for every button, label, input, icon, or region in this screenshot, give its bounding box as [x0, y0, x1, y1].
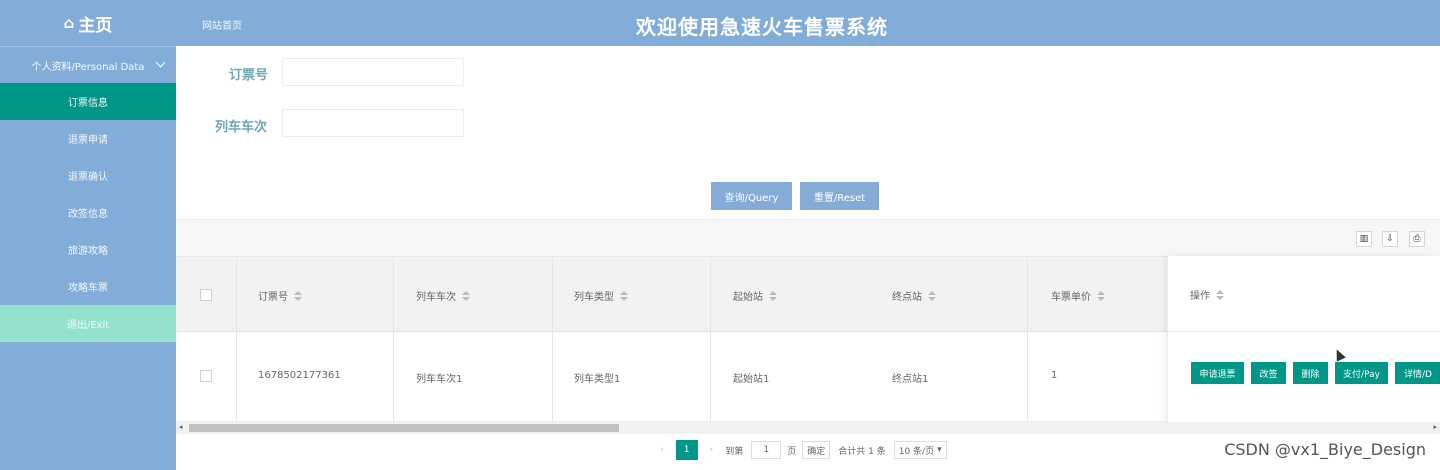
goto-page-input[interactable]: 1 — [751, 441, 782, 459]
export-icon[interactable]: ⇩ — [1382, 231, 1398, 247]
column-header-start[interactable]: 起始站 — [733, 288, 777, 303]
page-size-value: 10 条/页 — [898, 446, 935, 457]
column-divider — [552, 257, 553, 332]
home-link[interactable]: ⌂ 主页 — [0, 0, 176, 47]
train-number-label: 列车车次 — [215, 120, 268, 135]
column-divider — [1027, 257, 1028, 332]
sort-icon[interactable] — [462, 290, 470, 301]
order-number-label: 订票号 — [229, 68, 269, 83]
column-header-label: 列车车次 — [416, 292, 456, 303]
sidebar-item-guide-tickets[interactable]: 攻略车票 — [0, 268, 176, 305]
page-current[interactable]: 1 — [675, 440, 698, 460]
next-page-icon[interactable]: › — [710, 445, 714, 455]
brand-label: 主页 — [78, 15, 113, 36]
pay-button[interactable]: 支付/Pay — [1335, 362, 1388, 384]
column-header-label: 订票号 — [258, 292, 288, 303]
goto-confirm-button[interactable]: 确定 — [802, 441, 831, 459]
sort-icon[interactable] — [769, 290, 777, 301]
chevron-down-icon: ▾ — [937, 445, 942, 455]
cell-start-station: 起始站1 — [733, 374, 770, 385]
chevron-down-icon — [155, 57, 166, 68]
column-header-train-type[interactable]: 列车类型 — [574, 288, 628, 303]
sort-icon[interactable] — [294, 290, 302, 301]
columns-icon[interactable]: ▥ — [1356, 231, 1372, 247]
sort-icon[interactable] — [1216, 289, 1224, 300]
horizontal-scrollbar[interactable]: ◂ ▸ — [176, 422, 1440, 434]
column-header-label: 操作 — [1190, 291, 1210, 302]
column-divider — [393, 332, 394, 421]
sidebar-item-refund-apply[interactable]: 退票申请 — [0, 120, 176, 157]
operations-column: 操作 申请退票 改签 删除 支付/Pay 详情/D — [1167, 256, 1440, 422]
total-count: 合计共 1 条 — [838, 446, 886, 457]
sort-icon[interactable] — [928, 290, 936, 301]
cell-order-no: 1678502177361 — [258, 370, 341, 381]
goto-label: 到第 — [725, 446, 744, 457]
column-divider — [552, 332, 553, 421]
sidebar-item-label: 旅游攻略 — [68, 246, 108, 257]
sidebar-item-label: 订票信息 — [68, 98, 108, 109]
cell-train-type: 列车类型1 — [574, 374, 621, 385]
cell-train-no: 列车车次1 — [416, 374, 463, 385]
page-title: 欢迎使用急速火车售票系统 — [636, 15, 888, 39]
column-header-end[interactable]: 终点站 — [892, 288, 936, 303]
reset-button[interactable]: 重置/Reset — [800, 182, 879, 210]
column-divider — [236, 332, 237, 421]
row-checkbox[interactable] — [200, 370, 212, 382]
column-header-train-no[interactable]: 列车车次 — [416, 288, 470, 303]
menu-group-personal-data[interactable]: 个人资料/Personal Data — [0, 47, 176, 83]
refund-apply-button[interactable]: 申请退票 — [1191, 362, 1244, 384]
home-icon: ⌂ — [63, 14, 75, 32]
sidebar-item-reschedule[interactable]: 改签信息 — [0, 194, 176, 231]
column-divider — [710, 332, 711, 421]
column-header-price[interactable]: 车票单价 — [1051, 288, 1105, 303]
watermark: CSDN @vx1_Biye_Design — [1224, 440, 1426, 459]
sort-icon[interactable] — [620, 290, 628, 301]
sidebar-item-exit[interactable]: 退出/Exit — [0, 305, 176, 342]
query-button[interactable]: 查询/Query — [711, 182, 792, 210]
scrollbar-thumb[interactable] — [189, 424, 619, 432]
sidebar-item-label: 退票申请 — [68, 135, 108, 146]
scroll-left-icon[interactable]: ◂ — [179, 423, 183, 431]
cell-price: 1 — [1051, 370, 1058, 381]
sidebar: ⌂ 主页 个人资料/Personal Data 订票信息 退票申请 退票确认 改… — [0, 0, 176, 470]
sort-icon[interactable] — [1097, 290, 1105, 301]
column-divider — [1027, 332, 1028, 421]
cell-end-station: 终点站1 — [892, 374, 929, 385]
pagination: ‹ 1 › 到第 1 页 确定 合计共 1 条 10 条/页 ▾ — [660, 440, 947, 460]
sidebar-item-label: 退出/Exit — [66, 320, 110, 331]
scroll-right-icon[interactable]: ▸ — [1433, 423, 1437, 431]
row-divider — [1168, 331, 1440, 332]
details-button[interactable]: 详情/D — [1395, 362, 1440, 384]
prev-page-icon[interactable]: ‹ — [660, 445, 664, 455]
menu-group-label: 个人资料/Personal Data — [31, 61, 145, 73]
order-number-input[interactable] — [282, 58, 464, 86]
page-size-select[interactable]: 10 条/页 ▾ — [893, 441, 947, 459]
column-header-label: 起始站 — [733, 292, 763, 303]
train-number-input[interactable] — [282, 109, 464, 137]
top-header: 网站首页 欢迎使用急速火车售票系统 — [176, 0, 1440, 46]
column-divider — [710, 257, 711, 332]
column-divider — [236, 257, 237, 332]
sidebar-item-label: 退票确认 — [68, 172, 108, 183]
sidebar-item-orders[interactable]: 订票信息 — [0, 83, 176, 120]
delete-button[interactable]: 删除 — [1293, 362, 1328, 384]
column-header-order-no[interactable]: 订票号 — [258, 288, 302, 303]
reschedule-button[interactable]: 改签 — [1251, 362, 1286, 384]
page-unit-label: 页 — [787, 446, 797, 457]
select-all-checkbox[interactable] — [200, 289, 212, 301]
column-divider — [393, 257, 394, 332]
column-header-label: 车票单价 — [1051, 292, 1091, 303]
column-header-label: 终点站 — [892, 292, 922, 303]
sidebar-item-label: 攻略车票 — [68, 283, 108, 294]
print-icon[interactable]: ⎙ — [1409, 231, 1425, 247]
column-header-label: 列车类型 — [574, 292, 614, 303]
sidebar-item-travel-guide[interactable]: 旅游攻略 — [0, 231, 176, 268]
table-toolbar: ▥ ⇩ ⎙ — [176, 219, 1440, 257]
sidebar-item-refund-confirm[interactable]: 退票确认 — [0, 157, 176, 194]
column-header-actions[interactable]: 操作 — [1190, 287, 1224, 302]
sidebar-item-label: 改签信息 — [68, 209, 108, 220]
